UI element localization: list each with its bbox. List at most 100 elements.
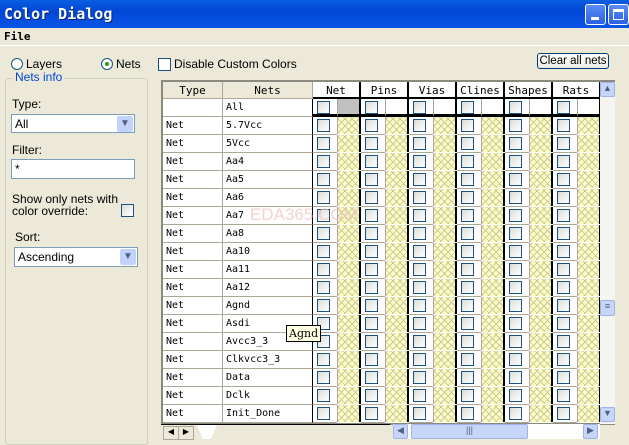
visibility-checkbox[interactable]	[317, 245, 330, 258]
color-swatch[interactable]	[529, 333, 553, 350]
visibility-checkbox[interactable]	[557, 317, 570, 330]
row-net-name[interactable]: 5.7Vcc	[223, 117, 313, 135]
visibility-checkbox[interactable]	[461, 353, 474, 366]
visibility-checkbox[interactable]	[557, 191, 570, 204]
visibility-checkbox[interactable]	[317, 299, 330, 312]
column-header-net[interactable]: Net	[313, 82, 361, 99]
color-swatch[interactable]	[529, 99, 553, 117]
color-swatch[interactable]	[577, 225, 601, 242]
row-net-name[interactable]: Data	[223, 369, 313, 387]
color-swatch[interactable]	[337, 171, 361, 188]
layers-radio[interactable]	[11, 58, 23, 70]
nets-radio-label[interactable]: Nets	[116, 57, 141, 71]
visibility-checkbox[interactable]	[413, 227, 426, 240]
visibility-checkbox[interactable]	[317, 263, 330, 276]
color-swatch[interactable]	[481, 207, 505, 224]
color-swatch[interactable]	[385, 333, 409, 350]
visibility-checkbox[interactable]	[413, 245, 426, 258]
visibility-checkbox[interactable]	[413, 137, 426, 150]
visibility-checkbox[interactable]	[509, 299, 522, 312]
color-swatch[interactable]	[433, 333, 457, 350]
color-swatch[interactable]	[529, 405, 553, 422]
color-swatch[interactable]	[481, 315, 505, 332]
color-swatch[interactable]	[433, 153, 457, 170]
color-swatch[interactable]	[529, 243, 553, 260]
visibility-checkbox[interactable]	[317, 137, 330, 150]
color-swatch[interactable]	[337, 333, 361, 350]
vertical-scrollbar[interactable]: ▲ ≡ ▼	[600, 82, 615, 424]
visibility-checkbox[interactable]	[509, 155, 522, 168]
visibility-checkbox[interactable]	[509, 101, 522, 114]
visibility-checkbox[interactable]	[365, 173, 378, 186]
visibility-checkbox[interactable]	[557, 353, 570, 366]
column-header-shapes[interactable]: Shapes	[505, 82, 553, 99]
color-swatch[interactable]	[385, 207, 409, 224]
visibility-checkbox[interactable]	[557, 101, 570, 114]
color-swatch[interactable]	[577, 243, 601, 260]
visibility-checkbox[interactable]	[413, 191, 426, 204]
color-swatch[interactable]	[529, 315, 553, 332]
layers-radio-label[interactable]: Layers	[26, 57, 62, 71]
color-swatch[interactable]	[577, 315, 601, 332]
menu-file[interactable]: File	[4, 30, 31, 43]
color-swatch[interactable]	[529, 225, 553, 242]
color-swatch[interactable]	[385, 387, 409, 404]
color-swatch[interactable]	[529, 117, 553, 134]
visibility-checkbox[interactable]	[365, 137, 378, 150]
visibility-checkbox[interactable]	[365, 101, 378, 114]
color-swatch[interactable]	[481, 117, 505, 134]
row-net-name[interactable]: Aa8	[223, 225, 313, 243]
color-swatch[interactable]	[577, 297, 601, 314]
visibility-checkbox[interactable]	[317, 155, 330, 168]
visibility-checkbox[interactable]	[317, 407, 330, 420]
color-swatch[interactable]	[337, 279, 361, 296]
color-swatch[interactable]	[337, 189, 361, 206]
color-swatch[interactable]	[433, 315, 457, 332]
visibility-checkbox[interactable]	[317, 371, 330, 384]
visibility-checkbox[interactable]	[461, 389, 474, 402]
visibility-checkbox[interactable]	[413, 281, 426, 294]
visibility-checkbox[interactable]	[461, 281, 474, 294]
color-swatch[interactable]	[481, 279, 505, 296]
color-swatch[interactable]	[529, 171, 553, 188]
visibility-checkbox[interactable]	[413, 119, 426, 132]
color-swatch[interactable]	[433, 99, 457, 117]
color-swatch[interactable]	[433, 261, 457, 278]
color-swatch[interactable]	[337, 315, 361, 332]
row-net-name[interactable]: Aa10	[223, 243, 313, 261]
row-net-name[interactable]: 5Vcc	[223, 135, 313, 153]
color-swatch[interactable]	[385, 243, 409, 260]
row-net-name[interactable]: Aa5	[223, 171, 313, 189]
color-swatch[interactable]	[385, 297, 409, 314]
visibility-checkbox[interactable]	[413, 389, 426, 402]
color-swatch[interactable]	[337, 99, 361, 117]
visibility-checkbox[interactable]	[461, 119, 474, 132]
color-swatch[interactable]	[481, 171, 505, 188]
visibility-checkbox[interactable]	[461, 335, 474, 348]
row-net-name[interactable]: Clkvcc3_3	[223, 351, 313, 369]
color-swatch[interactable]	[577, 99, 601, 117]
scroll-left-button[interactable]: ◀	[393, 424, 408, 439]
visibility-checkbox[interactable]	[557, 173, 570, 186]
visibility-checkbox[interactable]	[509, 119, 522, 132]
visibility-checkbox[interactable]	[509, 317, 522, 330]
color-swatch[interactable]	[577, 333, 601, 350]
visibility-checkbox[interactable]	[461, 371, 474, 384]
tab-scroll-left[interactable]: ◀	[163, 426, 179, 440]
color-swatch[interactable]	[337, 243, 361, 260]
column-header-pins[interactable]: Pins	[361, 82, 409, 99]
color-swatch[interactable]	[433, 117, 457, 134]
color-swatch[interactable]	[385, 117, 409, 134]
color-swatch[interactable]	[529, 261, 553, 278]
color-swatch[interactable]	[337, 153, 361, 170]
visibility-checkbox[interactable]	[557, 281, 570, 294]
visibility-checkbox[interactable]	[557, 371, 570, 384]
visibility-checkbox[interactable]	[509, 353, 522, 366]
color-swatch[interactable]	[577, 207, 601, 224]
visibility-checkbox[interactable]	[317, 119, 330, 132]
visibility-checkbox[interactable]	[365, 263, 378, 276]
visibility-checkbox[interactable]	[509, 281, 522, 294]
color-swatch[interactable]	[481, 135, 505, 152]
nets-radio[interactable]	[101, 58, 113, 70]
color-swatch[interactable]	[529, 369, 553, 386]
